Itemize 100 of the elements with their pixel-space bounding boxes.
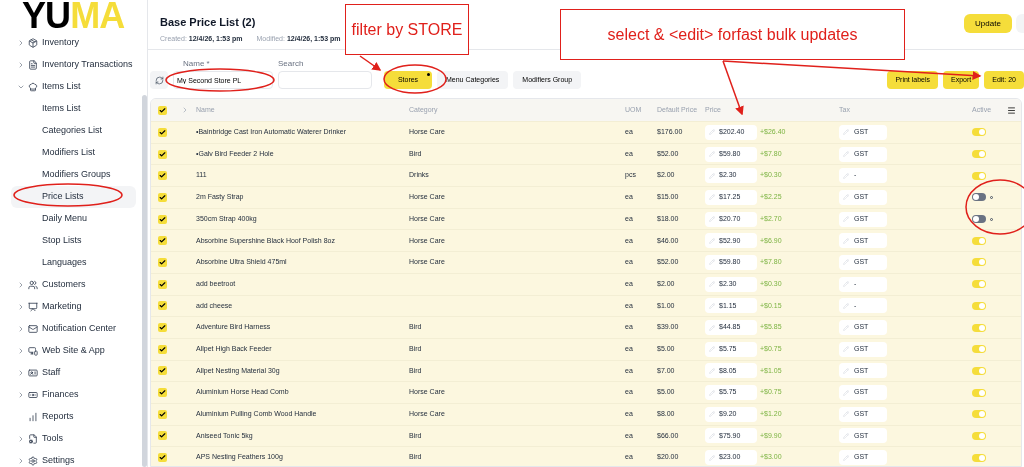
chevron-right-icon[interactable]: [17, 281, 25, 289]
sidebar-subitem[interactable]: Modifiers List: [11, 142, 136, 164]
toggle-switch[interactable]: [972, 388, 986, 397]
checkbox[interactable]: [158, 127, 167, 137]
toggle-switch[interactable]: [972, 215, 986, 224]
pencil-icon: [843, 302, 849, 309]
pencil-icon: [709, 367, 715, 374]
logo: YUMA: [21, 0, 126, 32]
chevron-right-icon[interactable]: [17, 61, 25, 69]
chevron-right-icon[interactable]: [181, 106, 189, 114]
checkbox[interactable]: [158, 214, 167, 224]
sidebar-subitem[interactable]: Price Lists: [11, 186, 136, 208]
chevron-right-icon[interactable]: [17, 39, 25, 47]
refresh-icon: [154, 75, 164, 85]
checkbox[interactable]: [158, 171, 167, 181]
callout-box: filter by STORE: [345, 4, 469, 55]
sidebar-item[interactable]: Customers: [42, 278, 86, 292]
pencil-icon: [843, 346, 849, 353]
pencil-icon: [709, 129, 715, 136]
chevron-right-icon[interactable]: [17, 457, 25, 465]
sidebar-subitem[interactable]: Categories List: [11, 120, 136, 142]
sidebar-item[interactable]: Notification Center: [42, 322, 117, 336]
sidebar-item[interactable]: Settings: [42, 454, 75, 467]
toggle-switch[interactable]: [972, 453, 986, 462]
sidebar-subitem[interactable]: Daily Menu: [11, 208, 136, 230]
refresh-button[interactable]: [150, 71, 168, 89]
checkbox[interactable]: [158, 236, 167, 246]
chevron-down-icon[interactable]: [17, 83, 25, 91]
pencil-icon: [709, 281, 715, 288]
pencil-icon: [709, 216, 715, 223]
settings-icon: [28, 456, 38, 466]
field-label: Name *: [183, 58, 211, 70]
toggle-switch[interactable]: [972, 258, 986, 267]
pencil-icon: [843, 237, 849, 244]
box-icon: [28, 38, 38, 48]
document-icon: [28, 60, 38, 70]
toggle-switch[interactable]: [972, 345, 986, 354]
sidebar-item[interactable]: Staff: [42, 366, 61, 380]
chart-icon: [28, 412, 38, 422]
sidebar-subitem[interactable]: Items List: [11, 98, 136, 120]
chevron-right-icon[interactable]: [17, 391, 25, 399]
pencil-icon: [709, 389, 715, 396]
banknote-icon: [28, 390, 38, 400]
checkbox[interactable]: [158, 257, 167, 267]
scrollbar[interactable]: [142, 95, 147, 467]
toggle-switch[interactable]: [972, 171, 986, 180]
toggle-switch[interactable]: [972, 128, 986, 137]
sidebar-subitem[interactable]: Stop Lists: [11, 230, 136, 252]
people-icon: [28, 280, 38, 290]
checkbox[interactable]: [158, 279, 167, 289]
checkbox[interactable]: [158, 388, 167, 398]
toggle-switch[interactable]: [972, 301, 986, 310]
sidebar-item[interactable]: Marketing: [42, 300, 82, 314]
pencil-icon: [709, 432, 715, 439]
sidebar-item[interactable]: Tools: [42, 432, 63, 446]
toggle-switch[interactable]: [972, 280, 986, 289]
sidebar-item[interactable]: Inventory: [42, 36, 80, 50]
board-icon: [28, 302, 38, 312]
callout-box: select & <edit> forfast bulk updates: [560, 9, 905, 60]
checkbox[interactable]: [158, 344, 167, 354]
pencil-icon: [843, 324, 849, 331]
checkbox[interactable]: [158, 431, 167, 441]
menu-icon[interactable]: [1007, 105, 1016, 115]
pencil-icon: [709, 237, 715, 244]
toggle-switch[interactable]: [972, 366, 986, 375]
checkbox[interactable]: [158, 301, 167, 311]
sidebar-subitem[interactable]: Modifiers Groups: [11, 164, 136, 186]
page-title: Base Price List (2): [160, 15, 257, 30]
checkbox[interactable]: [158, 323, 167, 333]
pencil-icon: [709, 324, 715, 331]
pencil-icon: [843, 129, 849, 136]
checkbox[interactable]: [158, 409, 167, 419]
search-field[interactable]: [278, 71, 372, 89]
field-label: Search: [278, 58, 305, 70]
pencil-icon: [843, 389, 849, 396]
sidebar-item[interactable]: Finances: [42, 388, 79, 402]
toggle-switch[interactable]: [972, 193, 986, 202]
pencil-icon: [843, 367, 849, 374]
chevron-right-icon[interactable]: [17, 435, 25, 443]
toggle-switch[interactable]: [972, 236, 986, 245]
sidebar-item[interactable]: Items List: [42, 80, 81, 94]
checkbox[interactable]: [158, 453, 167, 463]
checkbox[interactable]: [158, 149, 167, 159]
update-button[interactable]: Update: [964, 14, 1012, 33]
sidebar-item[interactable]: Reports: [42, 410, 74, 424]
toggle-switch[interactable]: [972, 323, 986, 332]
chevron-right-icon[interactable]: [17, 369, 25, 377]
checkbox[interactable]: [158, 366, 167, 376]
sidebar-subitem[interactable]: Languages: [11, 252, 136, 274]
toggle-switch[interactable]: [972, 410, 986, 419]
toggle-switch[interactable]: [972, 150, 986, 159]
toggle-switch[interactable]: [972, 431, 986, 440]
chevron-right-icon[interactable]: [17, 303, 25, 311]
sidebar-item[interactable]: Web Site & App: [42, 344, 105, 358]
chevron-right-icon[interactable]: [17, 325, 25, 333]
checkbox[interactable]: [158, 192, 167, 202]
chevron-right-icon[interactable]: [17, 347, 25, 355]
checkbox[interactable]: [158, 105, 167, 115]
pencil-icon: [843, 281, 849, 288]
sidebar-item[interactable]: Inventory Transactions: [42, 58, 133, 72]
